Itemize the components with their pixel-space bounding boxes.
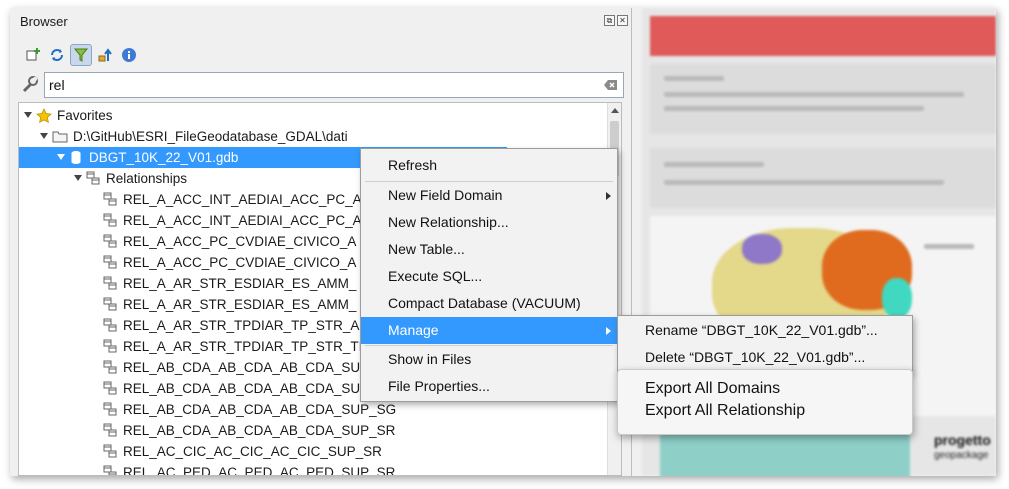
manage-submenu: Rename “DBGT_10K_22_V01.gdb”... Delete “… xyxy=(617,315,913,373)
expand-arrow-icon[interactable] xyxy=(24,112,32,118)
map-card-line xyxy=(664,180,944,185)
map-card-line xyxy=(664,106,924,111)
export-options-box: Export All Domains Export All Relationsh… xyxy=(617,369,913,435)
filter-icon[interactable] xyxy=(70,44,92,66)
tree-label: REL_A_ACC_PC_CVDIAE_CIVICO_A xyxy=(123,255,357,270)
search-bar xyxy=(18,72,624,98)
menu-execute-sql[interactable]: Execute SQL... xyxy=(361,263,617,290)
relationship-icon xyxy=(103,234,118,249)
map-project-subtitle: geopackage xyxy=(934,450,989,461)
relationship-icon xyxy=(103,444,118,459)
map-card-line xyxy=(664,92,964,97)
map-card xyxy=(650,64,996,134)
relationship-icon xyxy=(103,402,118,417)
relationship-icon xyxy=(103,297,118,312)
tree-label: REL_A_ACC_PC_CVDIAE_CIVICO_A xyxy=(123,234,357,249)
relationship-icon xyxy=(103,423,118,438)
map-card-line xyxy=(924,244,974,249)
submenu-arrow-icon xyxy=(606,192,611,200)
tree-label: REL_AB_CDA_AB_CDA_AB_CDA_SUP_SG xyxy=(123,402,397,417)
relationship-item[interactable]: REL_AB_CDA_AB_CDA_AB_CDA_SUP_SG xyxy=(19,399,609,420)
dock-title: Browser xyxy=(20,14,68,29)
add-selected-layers-icon[interactable] xyxy=(22,44,44,66)
relationship-icon xyxy=(103,465,118,475)
database-icon xyxy=(69,150,84,165)
relationship-item[interactable]: REL_AC_CIC_AC_CIC_AC_CIC_SUP_SR xyxy=(19,441,609,462)
tree-label: REL_A_AR_STR_TPDIAR_TP_STR_A xyxy=(123,318,360,333)
relationship-icon xyxy=(103,339,118,354)
expand-arrow-icon[interactable] xyxy=(40,133,48,139)
wrench-icon xyxy=(20,75,42,95)
tree-label: REL_AC_PED_AC_PED_AC_PED_SUP_SR xyxy=(123,465,396,476)
refresh-icon[interactable] xyxy=(46,44,68,66)
menu-new-field-domain[interactable]: New Field Domain xyxy=(361,182,617,209)
menu-delete-gdb[interactable]: Delete “DBGT_10K_22_V01.gdb”... xyxy=(618,344,912,371)
tree-label: REL_AB_CDA_AB_CDA_AB_CDA_SU xyxy=(123,381,361,396)
context-menu: Refresh New Field Domain New Relationshi… xyxy=(360,148,618,402)
tree-label: REL_A_AR_STR_ESDIAR_ES_AMM_ xyxy=(123,297,357,312)
submenu-arrow-icon xyxy=(606,327,611,335)
map-banner xyxy=(650,16,996,56)
star-icon xyxy=(36,108,52,123)
menu-compact-database[interactable]: Compact Database (VACUUM) xyxy=(361,290,617,317)
collapse-all-icon[interactable] xyxy=(94,44,116,66)
menu-rename-gdb[interactable]: Rename “DBGT_10K_22_V01.gdb”... xyxy=(618,317,912,344)
map-project-title: progetto xyxy=(934,432,991,448)
tree-label: REL_AB_CDA_AB_CDA_AB_CDA_SU xyxy=(123,360,361,375)
menu-new-relationship[interactable]: New Relationship... xyxy=(361,209,617,236)
menu-refresh[interactable]: Refresh xyxy=(361,152,617,179)
relationship-icon xyxy=(103,381,118,396)
close-dock-icon[interactable]: ✕ xyxy=(617,15,628,26)
relationship-icon xyxy=(103,213,118,228)
tree-label: REL_AC_CIC_AC_CIC_AC_CIC_SUP_SR xyxy=(123,444,382,459)
tree-label: DBGT_10K_22_V01.gdb xyxy=(89,150,239,165)
relationship-item[interactable]: REL_AB_CDA_AB_CDA_AB_CDA_SUP_SR xyxy=(19,420,609,441)
tree-label: REL_A_ACC_INT_AEDIAI_ACC_PC_A xyxy=(123,192,362,207)
menu-show-in-files[interactable]: Show in Files xyxy=(361,346,617,373)
tree-label: REL_AB_CDA_AB_CDA_AB_CDA_SUP_SR xyxy=(123,423,396,438)
map-region xyxy=(742,234,782,264)
float-dock-icon[interactable]: ⧉ xyxy=(604,15,615,26)
menu-label: New Field Domain xyxy=(388,187,503,203)
relationship-icon xyxy=(103,255,118,270)
tree-label: Relationships xyxy=(106,171,188,186)
relationship-icon xyxy=(103,192,118,207)
expand-arrow-icon[interactable] xyxy=(57,154,65,160)
screenshot-frame: progetto geopackage Browser ⧉ ✕ rel Favo… xyxy=(10,8,996,476)
clear-search-icon[interactable] xyxy=(604,79,618,91)
relationship-icon xyxy=(103,318,118,333)
tree-label: D:\GitHub\ESRI_FileGeodatabase_GDAL\dati xyxy=(73,129,348,144)
map-card-line xyxy=(664,76,724,81)
relationship-item[interactable]: REL_AC_PED_AC_PED_AC_PED_SUP_SR xyxy=(19,462,609,476)
relationship-icon xyxy=(103,360,118,375)
expand-arrow-icon[interactable] xyxy=(74,175,82,181)
export-all-relationship[interactable]: Export All Relationship xyxy=(645,402,805,420)
scroll-up-icon[interactable] xyxy=(611,108,619,113)
map-thumbnail xyxy=(660,428,910,476)
tree-label: Favorites xyxy=(57,108,113,123)
tree-node-folder[interactable]: D:\GitHub\ESRI_FileGeodatabase_GDAL\dati xyxy=(19,126,609,147)
map-card xyxy=(650,148,996,208)
export-all-domains[interactable]: Export All Domains xyxy=(645,380,780,398)
map-card-line xyxy=(664,162,764,167)
map-region xyxy=(882,278,912,318)
relationship-icon xyxy=(103,276,118,291)
menu-label: Manage xyxy=(388,322,439,338)
relationships-icon xyxy=(86,171,101,186)
menu-file-properties[interactable]: File Properties... xyxy=(361,373,617,400)
menu-manage[interactable]: Manage xyxy=(361,317,617,344)
tree-node-favorites[interactable]: Favorites xyxy=(19,105,609,126)
search-input[interactable] xyxy=(44,72,624,98)
tree-label: REL_A_AR_STR_ESDIAR_ES_AMM_ xyxy=(123,276,357,291)
menu-new-table[interactable]: New Table... xyxy=(361,236,617,263)
tree-label: REL_A_AR_STR_TPDIAR_TP_STR_TI xyxy=(123,339,363,354)
tree-label: REL_A_ACC_INT_AEDIAI_ACC_PC_A xyxy=(123,213,362,228)
folder-icon xyxy=(52,129,68,144)
properties-icon[interactable] xyxy=(118,44,140,66)
